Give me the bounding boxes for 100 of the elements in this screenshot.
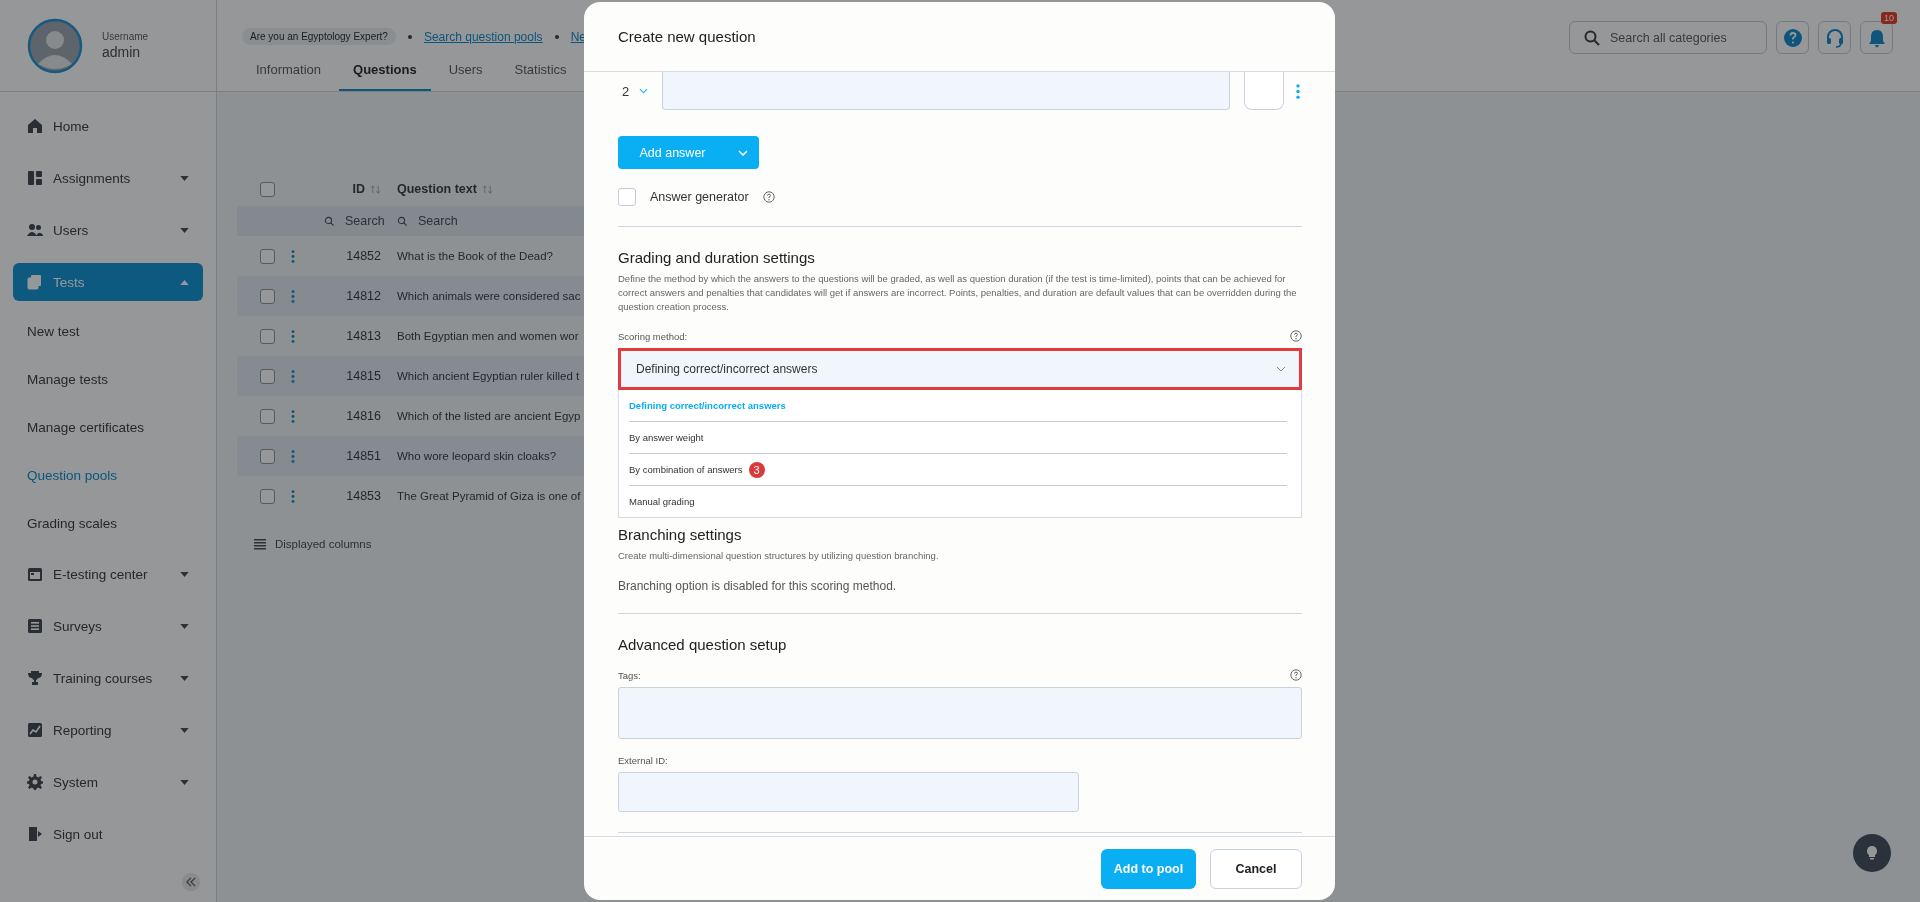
promo-chip: Are you an Egyptology Expert? bbox=[242, 28, 396, 45]
caret-icon bbox=[180, 175, 189, 181]
tips-button[interactable] bbox=[1853, 834, 1891, 872]
dropdown-option[interactable]: By combination of answers 3 bbox=[629, 454, 1287, 486]
column-header[interactable]: ID bbox=[352, 182, 365, 196]
table-cell: Who wore leopard skin cloaks? bbox=[397, 450, 557, 462]
collapse-icon[interactable] bbox=[181, 872, 201, 892]
cancel-button[interactable]: Cancel bbox=[1210, 848, 1302, 889]
sidebar-item[interactable]: Sign out bbox=[13, 815, 203, 853]
search-field[interactable]: Search bbox=[343, 213, 397, 229]
help-icon[interactable] bbox=[1290, 669, 1302, 681]
chevron-icon bbox=[639, 88, 649, 94]
field-label: External ID: bbox=[618, 755, 668, 766]
list-icon bbox=[27, 618, 43, 634]
kebab-menu-icon[interactable] bbox=[291, 289, 295, 303]
dropdown-option[interactable]: Manual grading bbox=[629, 486, 1287, 517]
section-description: Create multi-dimensional question structures by utilizing question branching. bbox=[618, 549, 940, 563]
notifications-button[interactable] bbox=[1860, 21, 1893, 54]
section-description: Define the method by which the answers to the questions will be graded, as well as question duration (if the test is time-limited), points that can be achieved for correct answers and penalties that candidates will get if answers are incorrect. Points, penalties, and duration are default values that can be overridden during the question creation process. bbox=[618, 272, 1298, 314]
external-id-field[interactable] bbox=[618, 772, 1079, 812]
sidebar-subitem[interactable]: Question pools bbox=[0, 452, 216, 500]
lightbulb-icon bbox=[1864, 845, 1880, 861]
add-answer-menu-button[interactable] bbox=[727, 136, 759, 169]
scoring-method-select[interactable]: Defining correct/incorrect answers bbox=[618, 348, 1302, 390]
tab[interactable]: Statistics bbox=[500, 62, 581, 91]
sidebar-subitem[interactable]: Grading scales bbox=[0, 500, 216, 548]
dropdown-option[interactable]: By answer weight bbox=[629, 422, 1287, 454]
kebab-menu-icon[interactable] bbox=[291, 249, 295, 263]
sidebar-item[interactable]: Assignments bbox=[13, 159, 203, 197]
separator-dot bbox=[554, 34, 559, 39]
tags-field[interactable] bbox=[618, 687, 1302, 739]
answer-number-select[interactable]: 2 bbox=[618, 83, 662, 99]
checkbox[interactable] bbox=[260, 248, 275, 264]
chevron-icon bbox=[738, 149, 748, 156]
checkbox[interactable] bbox=[260, 408, 275, 424]
kebab-menu-icon[interactable] bbox=[291, 449, 295, 463]
sidebar-item[interactable]: E-testing center bbox=[13, 555, 203, 593]
answer-points-field[interactable] bbox=[1244, 72, 1284, 110]
header-link[interactable]: Search question pools bbox=[423, 29, 543, 44]
caret-icon bbox=[180, 779, 189, 785]
documents-icon bbox=[27, 274, 43, 290]
caret-icon bbox=[180, 623, 189, 629]
chart-icon bbox=[27, 722, 43, 738]
field-label: Scoring method: bbox=[618, 330, 688, 342]
kebab-menu-icon[interactable] bbox=[1296, 83, 1300, 99]
info-text: Branching option is disabled for this scoring method. bbox=[618, 579, 898, 593]
table-cell: The Great Pyramid of Giza is one of bbox=[397, 490, 581, 502]
bell-icon bbox=[1866, 27, 1887, 48]
home-icon bbox=[27, 118, 43, 134]
checkbox[interactable] bbox=[260, 288, 275, 304]
tab[interactable]: Information bbox=[242, 62, 336, 91]
username: admin bbox=[102, 44, 142, 60]
search-icon bbox=[1584, 30, 1600, 46]
caret-icon bbox=[180, 571, 189, 577]
sidebar-item[interactable]: Training courses bbox=[13, 659, 203, 697]
checkbox[interactable] bbox=[618, 188, 636, 206]
tab[interactable]: Questions bbox=[339, 62, 431, 91]
tab[interactable]: Users bbox=[434, 62, 497, 91]
search-icon bbox=[324, 215, 335, 227]
kebab-menu-icon[interactable] bbox=[291, 369, 295, 383]
notification-count: 10 bbox=[1881, 12, 1897, 24]
sidebar-subitem[interactable]: Manage certificates bbox=[0, 404, 216, 452]
dashboard-icon bbox=[27, 170, 43, 186]
displayed-columns-link[interactable]: Displayed columns bbox=[275, 538, 372, 550]
table-cell-text: 14815 bbox=[345, 369, 382, 383]
help-button[interactable] bbox=[1776, 21, 1809, 54]
kebab-menu-icon[interactable] bbox=[291, 409, 295, 423]
sidebar-item[interactable]: Home bbox=[13, 107, 203, 145]
answer-input-field[interactable] bbox=[662, 72, 1230, 110]
column-header[interactable]: Question text bbox=[397, 182, 477, 196]
table-cell-text: 14813 bbox=[345, 329, 382, 343]
caret-icon bbox=[180, 279, 189, 285]
caret-icon bbox=[180, 227, 189, 233]
checkbox[interactable] bbox=[260, 488, 275, 504]
sidebar-item[interactable]: System bbox=[13, 763, 203, 801]
help-icon[interactable] bbox=[762, 191, 775, 203]
kebab-menu-icon[interactable] bbox=[291, 329, 295, 343]
kebab-menu-icon[interactable] bbox=[291, 489, 295, 503]
sort-icon[interactable] bbox=[481, 184, 493, 194]
section-heading: Advanced question setup bbox=[618, 636, 788, 653]
sidebar-item[interactable]: Reporting bbox=[13, 711, 203, 749]
checkbox[interactable] bbox=[260, 368, 275, 384]
sort-icon[interactable] bbox=[370, 184, 381, 194]
caret-icon bbox=[180, 675, 189, 681]
sidebar-item[interactable]: Surveys bbox=[13, 607, 203, 645]
help-icon[interactable] bbox=[1290, 330, 1302, 342]
search-field[interactable]: Search all categories bbox=[1569, 21, 1767, 54]
sidebar-subitem[interactable]: Manage tests bbox=[0, 356, 216, 404]
search-field[interactable]: Search bbox=[416, 213, 470, 229]
chevron-icon bbox=[1276, 366, 1286, 372]
sidebar-item[interactable]: Users bbox=[13, 211, 203, 249]
sidebar-subitem[interactable]: New test bbox=[0, 308, 216, 356]
checkbox[interactable] bbox=[260, 448, 275, 464]
calendar-icon bbox=[27, 566, 43, 582]
checkbox[interactable] bbox=[260, 328, 275, 344]
username-caption: Username bbox=[102, 31, 149, 42]
section-heading: Grading and duration settings bbox=[618, 249, 816, 266]
checkbox[interactable] bbox=[260, 181, 275, 197]
support-button[interactable] bbox=[1818, 21, 1851, 54]
section-heading: Branching settings bbox=[618, 526, 743, 543]
